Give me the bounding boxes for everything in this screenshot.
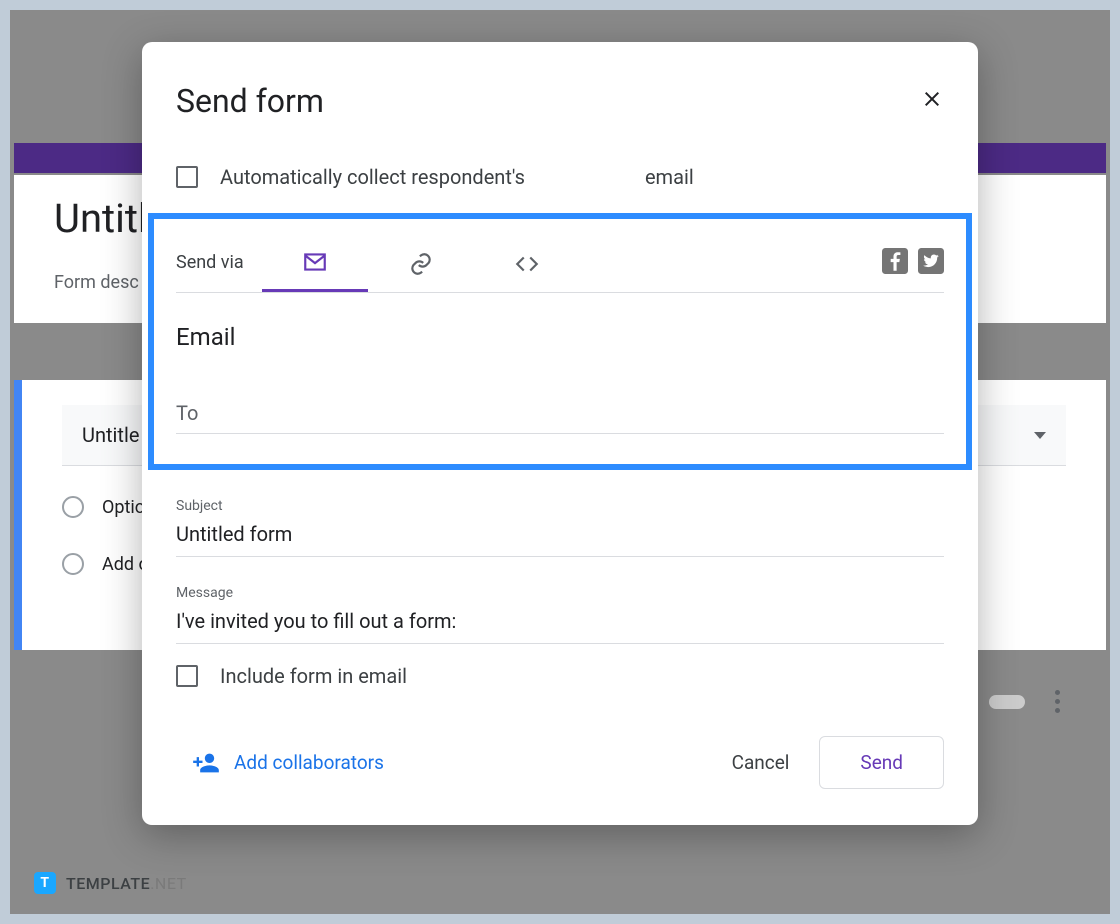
send-via-label: Send via (176, 240, 262, 291)
radio-icon[interactable] (62, 553, 84, 575)
dialog-footer: Add collaborators Cancel Send (176, 736, 944, 789)
social-share (882, 248, 944, 284)
to-field[interactable]: To (176, 401, 944, 434)
watermark-badge: T (34, 872, 56, 894)
collect-email-label: Automatically collect respondent's email (220, 165, 694, 189)
subject-field-block: Subject Untitled form (176, 498, 944, 557)
radio-icon[interactable] (62, 496, 84, 518)
send-via-tabs: Send via (176, 239, 944, 293)
include-form-label: Include form in email (220, 664, 407, 688)
subject-input[interactable]: Untitled form (176, 522, 944, 557)
tab-link[interactable] (368, 241, 474, 291)
tab-email[interactable] (262, 239, 368, 292)
watermark: T TEMPLATE.NET (34, 872, 187, 894)
mail-icon (302, 249, 328, 275)
to-placeholder: To (176, 401, 198, 425)
tabs-left: Send via (176, 239, 580, 292)
watermark-text: TEMPLATE.NET (66, 874, 187, 893)
collect-email-text-b: email (645, 165, 694, 189)
message-input[interactable]: I've invited you to fill out a form: (176, 609, 944, 644)
email-section-heading: Email (176, 323, 944, 351)
checkbox-icon[interactable] (176, 665, 198, 687)
twitter-icon[interactable] (918, 248, 944, 274)
send-via-highlight: Send via Email To (148, 213, 972, 470)
chevron-down-icon[interactable] (1034, 432, 1046, 439)
checkbox-icon[interactable] (176, 166, 198, 188)
person-add-icon (192, 749, 220, 777)
link-icon (408, 251, 434, 277)
message-label: Message (176, 585, 944, 601)
footer-buttons: Cancel Send (732, 736, 944, 789)
code-icon (514, 251, 540, 277)
option-text: Optio (102, 497, 145, 518)
collect-email-text-a: Automatically collect respondent's (220, 165, 525, 189)
question-toolbar (989, 690, 1060, 713)
subject-label: Subject (176, 498, 944, 514)
send-button[interactable]: Send (819, 736, 944, 789)
dialog-title: Send form (176, 82, 324, 120)
add-collaborators-button[interactable]: Add collaborators (176, 749, 384, 777)
send-form-dialog: Send form Automatically collect responde… (142, 42, 978, 825)
collect-email-row[interactable]: Automatically collect respondent's email (176, 165, 944, 189)
more-menu-icon[interactable] (1055, 690, 1060, 713)
toggle-switch[interactable] (989, 695, 1025, 709)
message-field-block: Message I've invited you to fill out a f… (176, 585, 944, 644)
tab-embed[interactable] (474, 241, 580, 291)
include-form-row[interactable]: Include form in email (176, 664, 944, 688)
question-title-text: Untitle (82, 423, 139, 447)
dialog-header: Send form (176, 82, 944, 120)
close-icon[interactable] (920, 87, 944, 115)
add-collaborators-label: Add collaborators (234, 751, 384, 774)
cancel-button[interactable]: Cancel (732, 751, 790, 774)
facebook-icon[interactable] (882, 248, 908, 274)
